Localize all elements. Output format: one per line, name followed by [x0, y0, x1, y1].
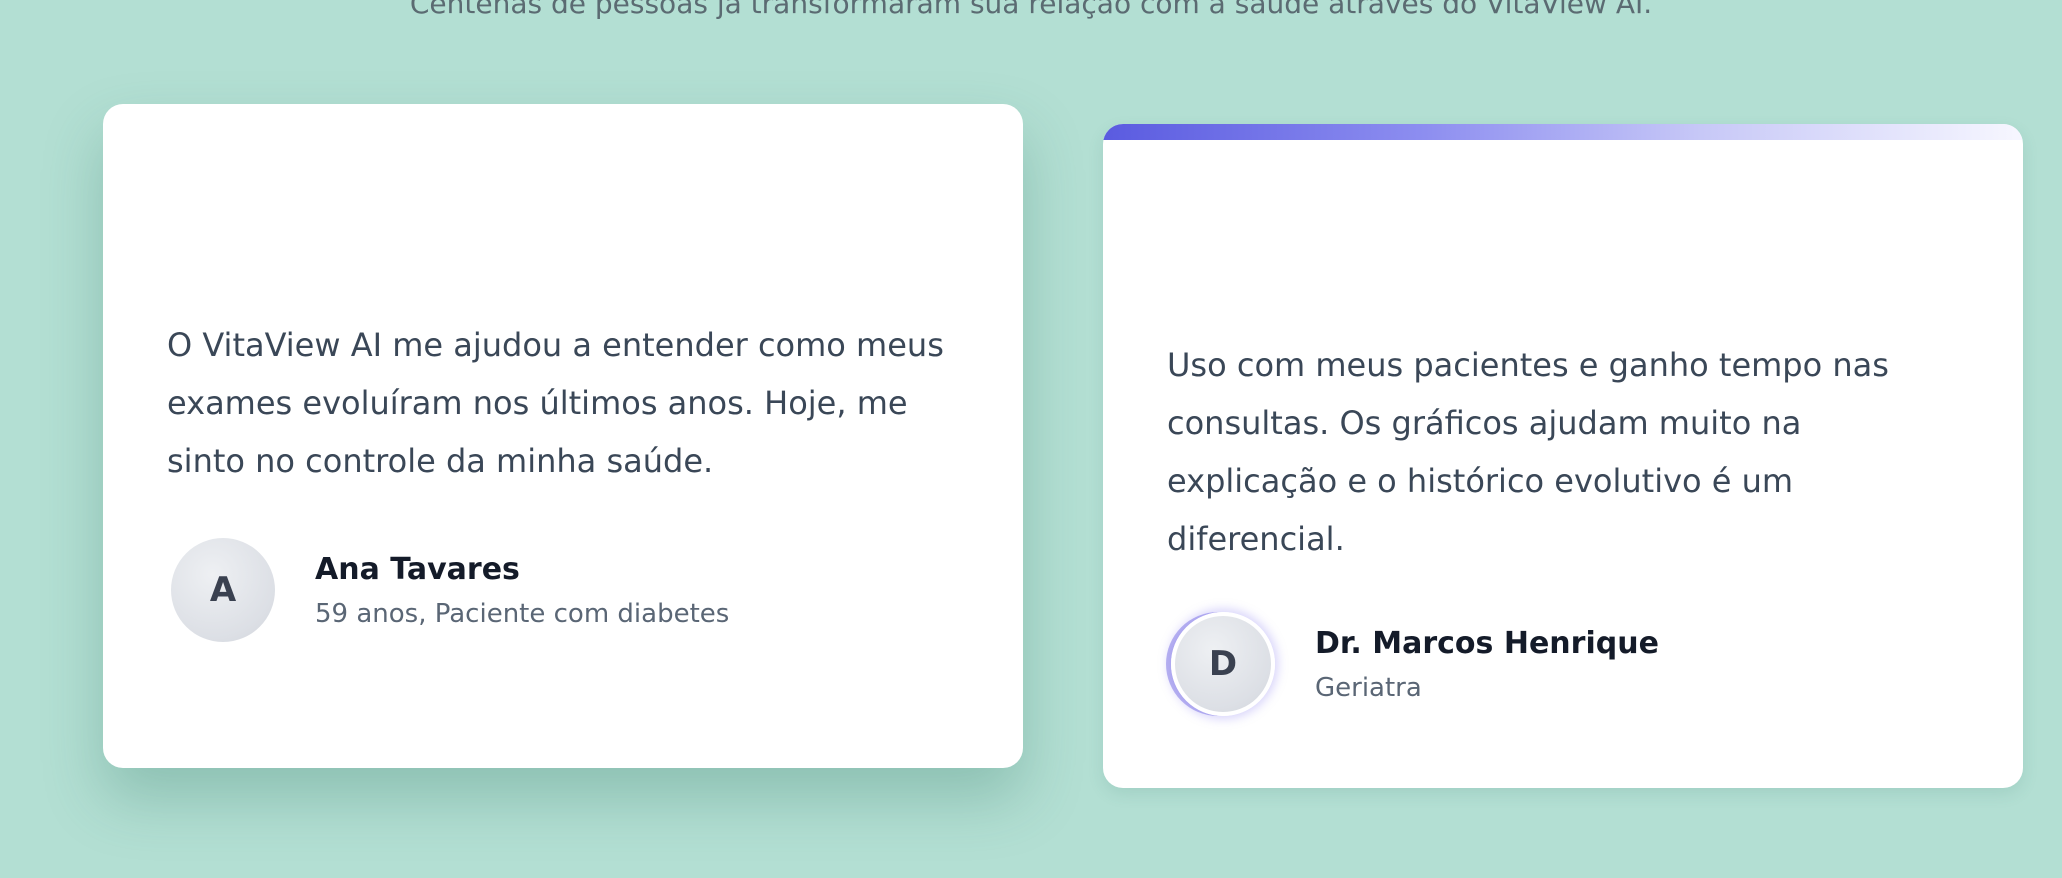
- author-name: Dr. Marcos Henrique: [1315, 626, 1659, 661]
- testimonial-author: A Ana Tavares 59 anos, Paciente com diab…: [167, 538, 967, 642]
- author-role: 59 anos, Paciente com diabetes: [315, 599, 730, 629]
- author-name: Ana Tavares: [315, 552, 520, 587]
- author-role: Geriatra: [1315, 673, 1422, 703]
- card-accent-bar: [1103, 124, 2023, 140]
- section-subtitle: Centenas de pessoas já transformaram sua…: [409, 0, 1653, 20]
- testimonial-author: D Dr. Marcos Henrique Geriatra: [1167, 612, 1967, 716]
- testimonial-card: O VitaView AI me ajudou a entender como …: [103, 104, 1023, 768]
- avatar: A: [171, 538, 275, 642]
- testimonial-quote: O VitaView AI me ajudou a entender como …: [167, 326, 944, 480]
- testimonial-quote: Uso com meus pacientes e ganho tempo nas…: [1167, 346, 1889, 558]
- testimonial-card: Uso com meus pacientes e ganho tempo nas…: [1103, 124, 2023, 788]
- avatar: D: [1171, 612, 1275, 716]
